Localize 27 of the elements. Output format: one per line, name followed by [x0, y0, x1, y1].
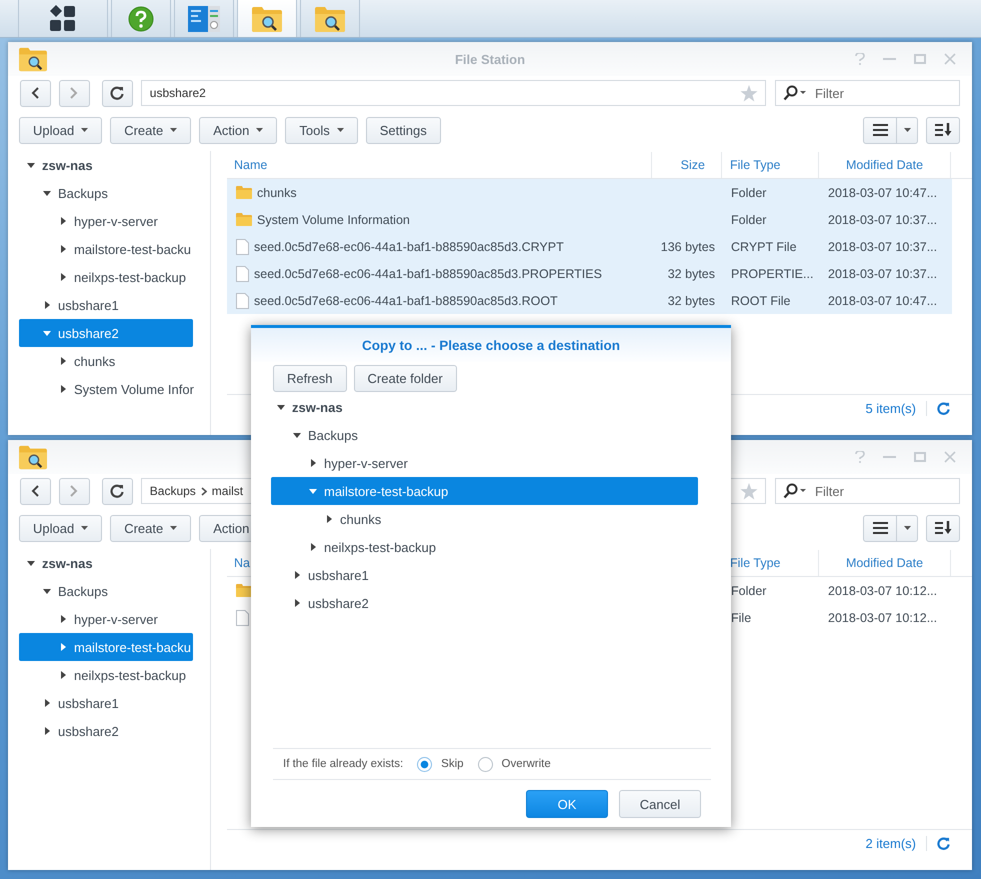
table-cell: PROPERTIE...: [731, 266, 814, 280]
file-name: seed.0c5d7e68-ec06-44a1-baf1-b88590ac85d3.PROPERTIES: [254, 266, 602, 280]
file-name: chunks: [257, 186, 297, 200]
dialog-title: Copy to ... - Please choose a destination: [362, 338, 620, 352]
table-cell: 2018-03-07 10:37...: [828, 266, 938, 280]
table-cell: 2018-03-07 10:37...: [828, 212, 938, 226]
table-cell: 136 bytes: [660, 240, 715, 254]
table-cell: ROOT File: [731, 294, 790, 308]
table-cell: 32 bytes: [668, 294, 715, 308]
table-cell: 2018-03-07 10:47...: [828, 186, 938, 200]
file-name: seed.0c5d7e68-ec06-44a1-baf1-b88590ac85d3.CRYPT: [254, 240, 564, 254]
file-name: System Volume Information: [257, 212, 410, 226]
table-cell: Folder: [731, 212, 766, 226]
table-cell: File: [731, 610, 752, 624]
window-title: File Station: [454, 52, 526, 66]
table-cell: 2018-03-07 10:12...: [828, 584, 938, 598]
table-cell: Folder: [731, 186, 766, 200]
table-cell: 2018-03-07 10:37...: [828, 240, 938, 254]
item-count: 2 item(s): [865, 836, 927, 851]
file-name: seed.0c5d7e68-ec06-44a1-baf1-b88590ac85d3.ROOT: [254, 294, 558, 308]
option-label: If the file already exists:: [283, 758, 404, 770]
table-cell: CRYPT File: [731, 240, 797, 254]
table-cell: Folder: [731, 584, 766, 598]
table-cell: 2018-03-07 10:12...: [828, 610, 938, 624]
table-cell: 2018-03-07 10:47...: [828, 294, 938, 308]
item-count: 5 item(s): [865, 401, 927, 416]
table-cell: 32 bytes: [668, 266, 715, 280]
